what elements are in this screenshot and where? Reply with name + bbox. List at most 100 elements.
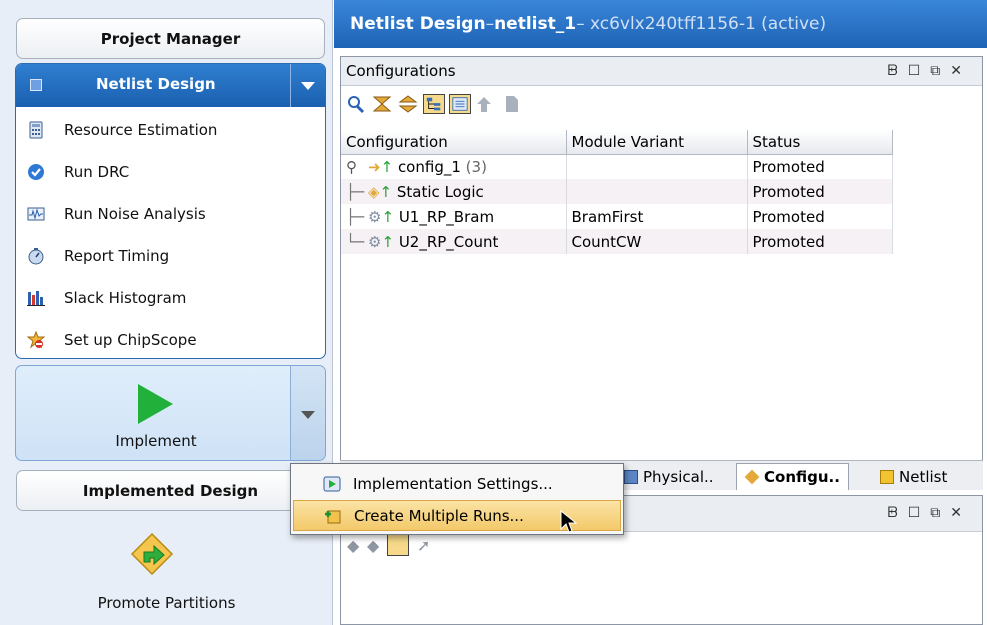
netlist-design-section: Netlist Design Resource Estimation Run D… — [15, 63, 326, 359]
flow-item-report-timing[interactable]: Report Timing — [16, 235, 325, 277]
promoted-icon: ↑ — [380, 157, 394, 176]
expand-all-icon[interactable] — [397, 94, 419, 114]
settings-play-icon — [323, 476, 341, 491]
netlist-design-header[interactable]: Netlist Design — [16, 64, 325, 107]
title-part-info: – xc6vlx240tff1156-1 (active) — [576, 14, 827, 34]
stopwatch-icon — [28, 248, 44, 265]
window-buttons[interactable]: ᗸ☐⧉✕ — [888, 63, 972, 79]
add-runs-icon — [325, 510, 341, 523]
physical-icon — [624, 469, 638, 484]
list-view-icon[interactable] — [449, 94, 471, 114]
menu-item-label: Implementation Settings... — [353, 474, 553, 493]
flow-item-set-up-chipscope[interactable]: Set up ChipScope — [16, 319, 325, 358]
tree-branch: ├─ — [346, 182, 365, 201]
promote-partitions-icon[interactable] — [130, 532, 174, 576]
netlist-design-icon — [30, 79, 42, 91]
tree-branch: └─ — [346, 232, 365, 251]
tab-netlist[interactable]: Netlist — [880, 463, 947, 490]
tab-physical[interactable]: Physical.. — [624, 463, 714, 490]
design-title-bar: Netlist Design – netlist_1 – xc6vlx240tf… — [334, 0, 987, 48]
chevron-down-icon[interactable] — [301, 82, 315, 90]
config-variant — [566, 154, 748, 179]
netlist-icon — [880, 469, 894, 484]
partition-variant: CountCW — [566, 229, 748, 254]
flow-item-slack-histogram[interactable]: Slack Histogram — [16, 277, 325, 319]
configurations-toolbar — [341, 86, 982, 122]
config-status: Promoted — [747, 154, 893, 179]
flow-item-label: Set up ChipScope — [64, 331, 197, 349]
partition-name: Static Logic — [396, 182, 484, 201]
partition-status: Promoted — [747, 179, 893, 204]
flow-item-label: Slack Histogram — [64, 289, 187, 307]
partition-status: Promoted — [747, 229, 893, 254]
settings-icon[interactable] — [387, 534, 409, 556]
table-header-row: Configuration Module Variant Status — [341, 130, 893, 155]
partition-name: U2_RP_Count — [398, 232, 499, 251]
partition-icon: ⚙ — [368, 207, 382, 226]
waveform-icon — [27, 207, 45, 221]
promote-icon[interactable] — [475, 94, 497, 114]
bar-chart-icon — [27, 291, 45, 306]
title-design-type: Netlist Design — [350, 14, 486, 34]
promoted-icon: ↑ — [381, 207, 395, 226]
static-logic-icon: ◈ — [368, 182, 380, 201]
table-row[interactable]: └─ ⚙↑ U2_RP_Count CountCW Promoted — [341, 229, 893, 254]
flow-item-resource-estimation[interactable]: Resource Estimation — [16, 109, 325, 151]
table-row[interactable]: ├─ ◈↑ Static Logic Promoted — [341, 179, 893, 204]
tree-branch: ├─ — [346, 207, 365, 226]
tree-node-icon[interactable]: ⚲ — [346, 158, 368, 176]
flow-item-label: Report Timing — [64, 247, 170, 265]
tab-label: Netlist — [899, 467, 948, 486]
promote-partitions-label[interactable]: Promote Partitions — [0, 594, 333, 612]
column-header-configuration[interactable]: Configuration — [341, 130, 567, 155]
table-row[interactable]: ├─ ⚙↑ U1_RP_Bram BramFirst Promoted — [341, 204, 893, 229]
document-icon[interactable] — [501, 94, 523, 114]
implemented-design-label: Implemented Design — [82, 481, 259, 500]
table-row[interactable]: ⚲ ➜↑ config_1 (3) Promoted — [341, 154, 893, 179]
flow-item-label: Run Noise Analysis — [64, 205, 206, 223]
menu-item-implementation-settings[interactable]: Implementation Settings... — [293, 468, 621, 499]
collapse-all-icon[interactable] — [371, 94, 393, 114]
tab-label: Physical.. — [643, 467, 714, 486]
project-manager-button[interactable]: Project Manager — [16, 18, 325, 59]
column-header-status[interactable]: Status — [747, 130, 893, 155]
partition-name: U1_RP_Bram — [398, 207, 495, 226]
tab-configurations[interactable]: Configu.. — [736, 463, 849, 490]
hierarchy-view-icon[interactable] — [423, 94, 445, 114]
flow-item-run-drc[interactable]: Run DRC — [16, 151, 325, 193]
config-count: (3) — [465, 157, 487, 176]
partition-status: Promoted — [747, 204, 893, 229]
forward-icon[interactable]: ◆ — [367, 536, 379, 555]
window-buttons[interactable]: ᗸ☐⧉✕ — [888, 505, 972, 521]
check-circle-icon — [28, 164, 44, 180]
back-icon[interactable]: ◆ — [347, 536, 359, 555]
netlist-design-title: Netlist Design — [96, 75, 216, 93]
tab-label: Configu.. — [764, 468, 840, 486]
arrow-icon: ➜ — [368, 157, 381, 176]
implement-button[interactable]: Implement — [15, 365, 326, 461]
search-icon[interactable] — [345, 94, 367, 114]
flow-navigator: Project Manager Netlist Design Resource … — [0, 0, 333, 625]
config-icon — [744, 469, 760, 485]
calculator-icon — [29, 121, 43, 139]
partition-icon: ⚙ — [368, 232, 382, 251]
configurations-panel-header: Configurations ᗸ☐⧉✕ — [341, 57, 982, 86]
chevron-down-icon — [301, 411, 315, 419]
flow-item-label: Run DRC — [64, 163, 130, 181]
column-header-module-variant[interactable]: Module Variant — [566, 130, 748, 155]
play-icon — [138, 384, 173, 424]
implemented-design-button[interactable]: Implemented Design — [16, 470, 325, 511]
implement-dropdown-button[interactable] — [291, 366, 325, 460]
title-design-name: netlist_1 — [494, 14, 577, 34]
flow-item-label: Resource Estimation — [64, 121, 218, 139]
chipscope-icon — [27, 331, 45, 349]
implement-label: Implement — [115, 432, 197, 450]
mouse-cursor-icon — [560, 510, 578, 533]
flow-item-run-noise-analysis[interactable]: Run Noise Analysis — [16, 193, 325, 235]
pointer-icon[interactable]: ➚ — [417, 536, 430, 555]
promoted-icon: ↑ — [379, 182, 393, 201]
project-manager-label: Project Manager — [100, 29, 241, 48]
promoted-icon: ↑ — [381, 232, 395, 251]
header-divider — [290, 64, 291, 107]
bottom-panel-toolbar: ◆ ◆ ➚ — [341, 532, 461, 560]
